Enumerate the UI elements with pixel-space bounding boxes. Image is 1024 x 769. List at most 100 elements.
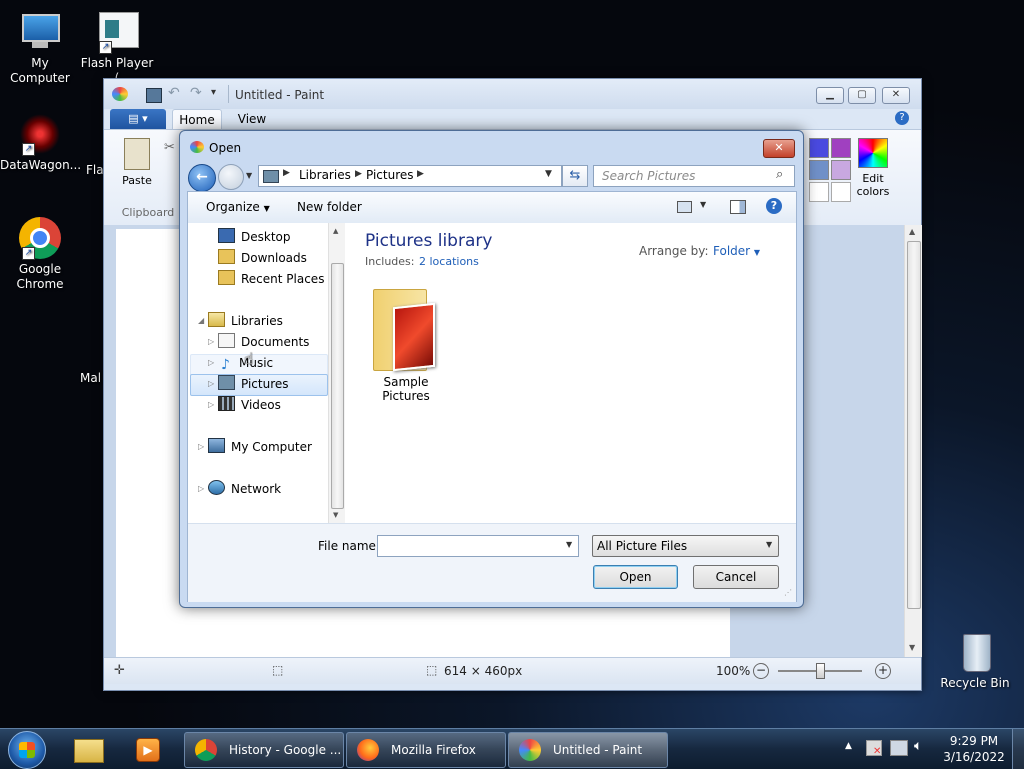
- vertical-scrollbar[interactable]: ▲ ▼: [904, 225, 922, 657]
- search-icon[interactable]: ⌕: [776, 167, 783, 182]
- collapsed-arrow-icon[interactable]: ▷: [208, 400, 214, 409]
- nav-libraries[interactable]: Libraries: [208, 311, 283, 331]
- taskbar-item-firefox[interactable]: Mozilla Firefox: [346, 732, 506, 768]
- resize-grip-icon[interactable]: ⋰: [784, 588, 792, 597]
- folder-sample-pictures[interactable]: Sample Pictures: [365, 283, 463, 403]
- undo-icon[interactable]: ↶: [168, 85, 180, 101]
- nav-pictures[interactable]: Pictures: [218, 374, 289, 394]
- nav-desktop[interactable]: Desktop: [218, 227, 291, 247]
- scroll-down-icon[interactable]: ▼: [333, 511, 338, 519]
- forward-button[interactable]: [218, 164, 244, 190]
- volume-icon[interactable]: 🔈︎: [914, 738, 922, 754]
- cut-icon[interactable]: ✂: [164, 140, 175, 155]
- breadcrumb-pictures[interactable]: Pictures: [366, 168, 414, 182]
- paste-button[interactable]: Paste: [114, 136, 160, 190]
- quick-access-dropdown-icon[interactable]: ▾: [211, 87, 216, 98]
- nav-my-computer[interactable]: My Computer: [208, 437, 312, 457]
- tab-view[interactable]: View: [232, 109, 272, 129]
- chevron-down-icon: ▼: [753, 248, 761, 257]
- nav-documents[interactable]: Documents: [218, 332, 309, 352]
- save-icon[interactable]: [146, 88, 162, 103]
- media-player-taskbar-button[interactable]: ▶: [132, 735, 164, 763]
- network-tray-icon[interactable]: [890, 740, 908, 756]
- filetype-select[interactable]: All Picture Files ▼: [592, 535, 779, 557]
- folder-label: Sample Pictures: [382, 375, 430, 403]
- view-dropdown-icon[interactable]: ▼: [700, 200, 706, 209]
- scroll-up-icon[interactable]: ▲: [333, 227, 338, 235]
- taskbar-item-label: Mozilla Firefox: [391, 743, 476, 757]
- color-swatch[interactable]: [831, 182, 851, 202]
- tab-home[interactable]: Home: [172, 109, 222, 130]
- scroll-down-icon[interactable]: ▼: [909, 643, 915, 652]
- show-desktop-button[interactable]: [1012, 729, 1024, 769]
- refresh-icon[interactable]: ⇆: [562, 165, 588, 187]
- preview-pane-icon[interactable]: [730, 200, 746, 214]
- collapsed-arrow-icon[interactable]: ▷: [198, 442, 204, 451]
- cancel-button[interactable]: Cancel: [693, 565, 779, 589]
- help-icon[interactable]: ?: [895, 111, 909, 125]
- nav-scrollbar[interactable]: ▲ ▼: [328, 223, 345, 523]
- color-swatch[interactable]: [809, 182, 829, 202]
- collapsed-arrow-icon[interactable]: ▷: [208, 379, 214, 388]
- desktop-icon-datawagon[interactable]: ↗ DataWagon...: [0, 112, 81, 173]
- explorer-taskbar-button[interactable]: [72, 735, 104, 763]
- clock[interactable]: 9:29 PM 3/16/2022: [940, 733, 1008, 765]
- change-view-icon[interactable]: [677, 201, 692, 213]
- zoom-slider-thumb[interactable]: [816, 663, 825, 679]
- help-icon[interactable]: ?: [766, 198, 782, 214]
- clipboard-group-label: Clipboard: [121, 206, 175, 219]
- taskbar-item-paint[interactable]: Untitled - Paint: [508, 732, 668, 768]
- desktop-icon: [218, 228, 235, 243]
- color-swatch[interactable]: [809, 160, 829, 180]
- open-button[interactable]: Open: [593, 565, 678, 589]
- recent-pages-dropdown-icon[interactable]: ▼: [246, 171, 252, 180]
- filename-input[interactable]: ▼: [377, 535, 579, 557]
- scroll-up-icon[interactable]: ▲: [909, 227, 915, 236]
- action-center-icon[interactable]: ✕: [866, 740, 882, 757]
- collapsed-arrow-icon[interactable]: ▷: [208, 358, 214, 367]
- breadcrumb-libraries[interactable]: Libraries: [299, 168, 351, 182]
- color-swatch[interactable]: [809, 138, 829, 158]
- pictures-library-icon: [263, 170, 279, 183]
- expanded-arrow-icon[interactable]: ◢: [198, 316, 204, 325]
- show-hidden-icons-icon[interactable]: ▲: [845, 741, 852, 751]
- redo-icon[interactable]: ↷: [190, 85, 202, 101]
- start-button[interactable]: [8, 731, 46, 769]
- folder-icon: [371, 283, 435, 373]
- desktop-icon-google-chrome[interactable]: ↗ Google Chrome: [0, 216, 80, 292]
- zoom-out-button[interactable]: −: [753, 663, 769, 679]
- new-folder-button[interactable]: New folder: [297, 200, 362, 214]
- paint-menu-button[interactable]: ▤ ▾: [110, 109, 166, 129]
- nav-downloads[interactable]: Downloads: [218, 248, 307, 268]
- taskbar-item-chrome[interactable]: History - Google ...: [184, 732, 344, 768]
- color-wheel-icon: [858, 138, 888, 168]
- organize-menu[interactable]: Organize ▼: [206, 200, 270, 214]
- minimize-button[interactable]: ▁: [816, 87, 844, 104]
- scrollbar-thumb[interactable]: [907, 241, 921, 609]
- close-button[interactable]: ✕: [882, 87, 910, 104]
- address-bar[interactable]: ▶ Libraries ▶ Pictures ▶ ▼: [258, 165, 562, 187]
- paint-title-bar: ↶ ↷ ▾ Untitled - Paint ▁ ▢ ✕: [104, 79, 921, 109]
- dialog-close-button[interactable]: ✕: [763, 139, 795, 158]
- collapsed-arrow-icon[interactable]: ▷: [208, 337, 214, 346]
- collapsed-arrow-icon[interactable]: ▷: [198, 484, 204, 493]
- address-dropdown-icon[interactable]: ▼: [545, 169, 552, 179]
- desktop-icon-recycle-bin[interactable]: Recycle Bin: [935, 630, 1015, 691]
- nav-videos[interactable]: Videos: [218, 395, 281, 415]
- maximize-button[interactable]: ▢: [848, 87, 876, 104]
- nav-recent-places[interactable]: Recent Places: [218, 269, 324, 289]
- color-swatch[interactable]: [831, 138, 851, 158]
- scrollbar-thumb[interactable]: [331, 263, 344, 509]
- edit-colors-button[interactable]: Edit colors: [852, 136, 894, 202]
- arrange-by-dropdown[interactable]: Folder ▼: [713, 244, 760, 258]
- desktop-icon-flash-player[interactable]: ↗ Flash Player (: [77, 10, 157, 86]
- search-input[interactable]: Search Pictures ⌕: [593, 165, 795, 187]
- chevron-down-icon[interactable]: ▼: [566, 540, 572, 549]
- color-swatch[interactable]: [831, 160, 851, 180]
- nav-network[interactable]: Network: [208, 479, 281, 499]
- zoom-in-button[interactable]: +: [875, 663, 891, 679]
- taskbar-item-label: Untitled - Paint: [553, 743, 643, 757]
- back-button[interactable]: ←: [188, 164, 216, 192]
- desktop-icon-my-computer[interactable]: My Computer: [0, 10, 80, 86]
- includes-locations-link[interactable]: 2 locations: [419, 255, 479, 268]
